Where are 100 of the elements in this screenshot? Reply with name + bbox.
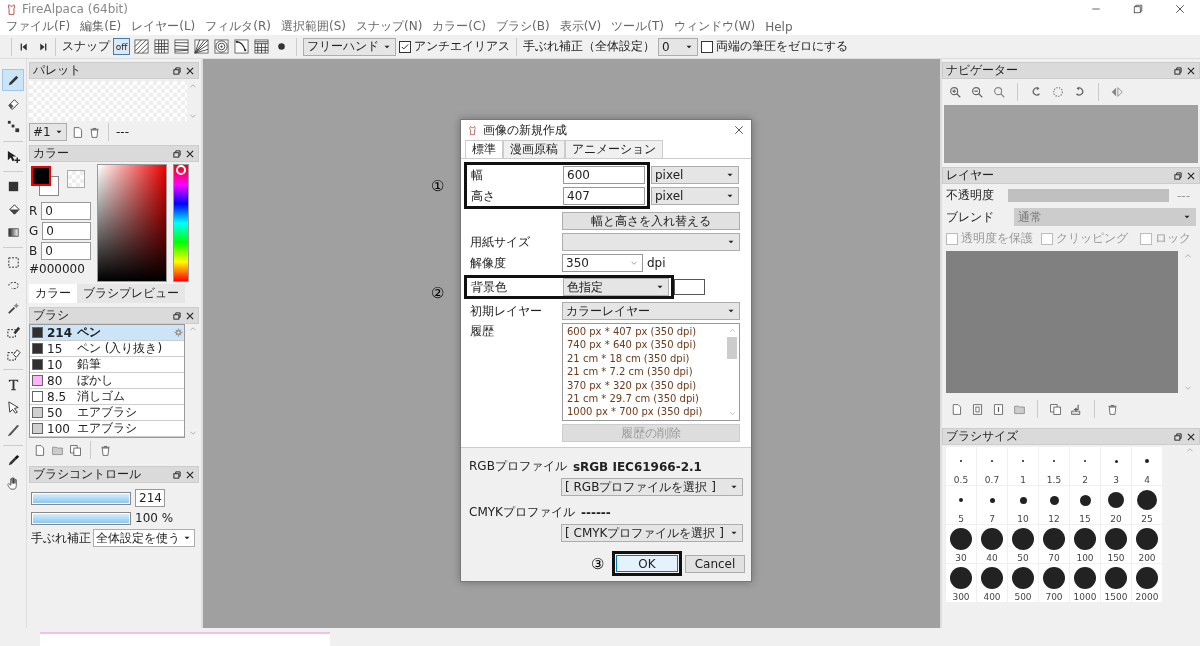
close-icon[interactable] <box>185 469 195 480</box>
brush-size-option[interactable]: 700 <box>1039 564 1069 602</box>
brush-size-option[interactable]: 30 <box>946 525 976 563</box>
checkbox[interactable] <box>701 40 713 53</box>
stabilizer-dropdown[interactable]: 全体設定を使う <box>93 529 195 547</box>
profile-dropdown[interactable]: [ RGBプロファイルを選択 ] <box>561 478 743 496</box>
float-icon[interactable] <box>172 310 182 321</box>
duplicate-icon[interactable] <box>1049 402 1062 416</box>
float-icon[interactable] <box>1173 170 1183 181</box>
brush-size-option[interactable]: 150 <box>1101 525 1131 563</box>
menu-item[interactable]: レイヤー(L) <box>131 18 196 35</box>
close-icon[interactable] <box>185 310 195 321</box>
merge-down-icon[interactable] <box>1070 402 1083 416</box>
snap-button[interactable] <box>233 38 250 55</box>
snap-button[interactable] <box>133 38 150 55</box>
snap-button[interactable] <box>213 38 230 55</box>
background-dropdown[interactable]: 色指定 <box>563 278 669 296</box>
snap-button[interactable]: off <box>113 38 130 55</box>
close-icon[interactable] <box>1174 3 1186 15</box>
close-icon[interactable] <box>1186 170 1196 181</box>
close-icon[interactable] <box>185 65 195 76</box>
rotation-reset-icon[interactable] <box>1051 85 1065 99</box>
menu-item[interactable]: カラー(C) <box>432 18 487 35</box>
tool-button[interactable] <box>2 69 24 91</box>
trash-icon[interactable] <box>99 443 112 457</box>
float-icon[interactable] <box>172 65 182 76</box>
channel-field[interactable]: 0 <box>42 222 91 240</box>
brush-size-option[interactable]: 1 <box>1008 447 1038 485</box>
profile-dropdown[interactable]: [ CMYKプロファイルを選択 ] <box>561 524 743 542</box>
tab[interactable]: ブラシプレビュー <box>77 284 185 303</box>
unit-dropdown[interactable]: pixel <box>651 187 739 205</box>
brush-item[interactable]: 80 ぼかし <box>30 373 184 389</box>
transparent-swatch[interactable] <box>67 170 85 188</box>
brush-size-option[interactable]: 3 <box>1101 447 1131 485</box>
brush-size-option[interactable]: 5 <box>946 486 976 524</box>
history-item[interactable]: 1000 px * 700 px (350 dpi) <box>567 406 725 420</box>
zoom-in-icon[interactable] <box>948 85 962 99</box>
brush-size-option[interactable]: 1500 <box>1101 564 1131 602</box>
brush-size-option[interactable]: 7 <box>977 486 1007 524</box>
menu-item[interactable]: ファイル(F) <box>6 18 71 35</box>
tab[interactable]: 漫画原稿 <box>503 140 565 158</box>
size-field[interactable]: 214 <box>135 489 165 507</box>
brush-size-option[interactable]: 25 <box>1132 486 1162 524</box>
brush-size-option[interactable]: 0.5 <box>946 447 976 485</box>
layer-page-icon[interactable] <box>992 402 1005 416</box>
snap-button[interactable] <box>253 38 270 55</box>
layer-page-icon[interactable] <box>971 402 984 416</box>
float-icon[interactable] <box>1173 431 1183 442</box>
history-item[interactable]: 740 px * 640 px (350 dpi) <box>567 339 725 353</box>
slider-thumb[interactable] <box>176 165 186 175</box>
brush-size-option[interactable]: 500 <box>1008 564 1038 602</box>
menu-item[interactable]: フィルタ(R) <box>205 18 271 35</box>
tab[interactable]: カラー <box>29 284 77 303</box>
menu-item[interactable]: ウィンドウ(W) <box>673 18 756 35</box>
brush-size-option[interactable]: 40 <box>977 525 1007 563</box>
width-field[interactable]: 600 <box>563 166 645 184</box>
float-icon[interactable] <box>1173 65 1183 76</box>
brush-item[interactable]: 50 エアブラシ <box>30 405 184 421</box>
channel-field[interactable]: 0 <box>41 202 91 220</box>
initial-layer-dropdown[interactable]: カラーレイヤー <box>562 302 740 320</box>
brush-size-option[interactable]: 400 <box>977 564 1007 602</box>
brush-size-option[interactable]: 300 <box>946 564 976 602</box>
brush-item[interactable]: 15 ペン (入り抜き) <box>30 341 184 357</box>
menu-item[interactable]: ブラシ(B) <box>496 18 550 35</box>
hue-slider[interactable] <box>173 164 189 282</box>
brush-size-option[interactable]: 2 <box>1070 447 1100 485</box>
channel-field[interactable]: 0 <box>41 242 91 260</box>
tab[interactable]: アニメーション <box>565 140 663 158</box>
duplicate-icon[interactable] <box>69 443 82 457</box>
restore-icon[interactable] <box>1132 3 1144 15</box>
brush-size-option[interactable]: 10 <box>1008 486 1038 524</box>
close-icon[interactable] <box>1186 431 1196 442</box>
checkbox[interactable] <box>399 40 411 53</box>
swap-button[interactable]: 幅と高さを入れ替える <box>562 212 740 230</box>
history-item[interactable]: 21 cm * 29.7 cm (350 dpi) <box>567 392 725 407</box>
unit-dropdown[interactable]: pixel <box>651 166 739 184</box>
brush-item[interactable]: 100 エアブラシ <box>30 421 184 437</box>
float-icon[interactable] <box>172 148 182 159</box>
new-page-icon[interactable] <box>950 402 963 416</box>
flip-icon[interactable] <box>1110 85 1124 99</box>
history-item[interactable]: 600 px * 407 px (350 dpi) <box>567 326 725 340</box>
menu-item[interactable]: 選択範囲(S) <box>281 18 346 35</box>
close-icon[interactable] <box>1186 65 1196 76</box>
brush-item[interactable]: 10 鉛筆 <box>30 357 184 373</box>
brush-size-option[interactable]: 70 <box>1039 525 1069 563</box>
new-page-icon[interactable] <box>33 443 46 457</box>
color-picker[interactable] <box>97 164 167 282</box>
snap-button[interactable] <box>193 38 210 55</box>
close-icon[interactable] <box>185 148 195 159</box>
cancel-button[interactable]: Cancel <box>685 554 745 573</box>
color-swatch[interactable] <box>674 279 705 295</box>
history-item[interactable]: 21 cm * 7.2 cm (350 dpi) <box>567 366 725 380</box>
stroke-mode-dropdown[interactable]: フリーハンド <box>303 37 396 56</box>
brush-size-option[interactable]: 1000 <box>1070 564 1100 602</box>
menu-item[interactable]: 表示(V) <box>559 18 602 35</box>
scroll-thumb[interactable] <box>727 337 737 359</box>
history-item[interactable]: 21 cm * 18 cm (350 dpi) <box>567 352 725 367</box>
resolution-field[interactable]: 350 <box>562 254 643 272</box>
palette-dropdown[interactable]: #1 <box>29 123 67 141</box>
brush-size-option[interactable]: 200 <box>1132 525 1162 563</box>
